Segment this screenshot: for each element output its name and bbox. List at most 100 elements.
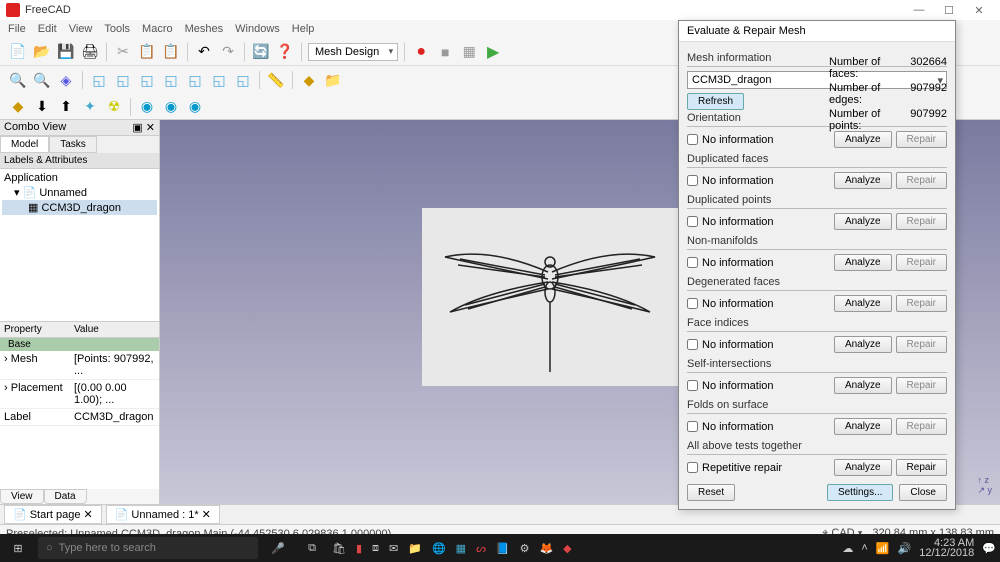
view-iso-icon[interactable]: ◱: [89, 70, 109, 90]
fit-selection-icon[interactable]: 🔍: [32, 70, 52, 90]
view-right-icon[interactable]: ◱: [161, 70, 181, 90]
reset-button[interactable]: Reset: [687, 484, 735, 501]
start-button[interactable]: ⊞: [4, 534, 32, 562]
analyze-button[interactable]: Analyze: [834, 377, 892, 394]
close-icon[interactable]: ✕: [202, 508, 211, 521]
taskbar-clock[interactable]: 4:23 AM12/12/2018: [919, 538, 974, 558]
menu-file[interactable]: File: [8, 23, 26, 35]
close-icon[interactable]: ✕: [83, 508, 92, 521]
taskbar-search[interactable]: ○ Type here to search: [38, 537, 258, 559]
menu-edit[interactable]: Edit: [38, 23, 57, 35]
explorer-icon[interactable]: 📁: [408, 542, 422, 555]
refresh-icon[interactable]: 🔄: [251, 42, 271, 62]
part-icon[interactable]: ◆: [299, 70, 319, 90]
record-macro-icon[interactable]: ●: [411, 42, 431, 62]
refresh-button[interactable]: Refresh: [687, 93, 744, 110]
menu-macro[interactable]: Macro: [142, 23, 173, 35]
app2-icon[interactable]: ▦: [456, 542, 466, 555]
measure-icon[interactable]: 📏: [266, 70, 286, 90]
steam-icon[interactable]: ⚙: [520, 542, 530, 555]
section-checkbox[interactable]: [687, 175, 698, 186]
store-icon[interactable]: 🛍: [332, 542, 346, 555]
cut-mesh-icon[interactable]: ◉: [161, 97, 181, 117]
import-mesh-icon[interactable]: ◆: [8, 97, 28, 117]
repair-button[interactable]: Repair: [896, 377, 947, 394]
repair-all-button[interactable]: Repair: [896, 459, 947, 476]
fit-all-icon[interactable]: 🔍: [8, 70, 28, 90]
app-icon[interactable]: ▮: [356, 542, 362, 555]
paste-icon[interactable]: 📋: [161, 42, 181, 62]
menu-view[interactable]: View: [69, 23, 93, 35]
menu-meshes[interactable]: Meshes: [185, 23, 224, 35]
menu-help[interactable]: Help: [292, 23, 315, 35]
doc-tab-unnamed[interactable]: 📄Unnamed : 1* ✕: [106, 505, 220, 524]
repair-button[interactable]: Repair: [896, 172, 947, 189]
section-checkbox[interactable]: [687, 298, 698, 309]
stop-macro-icon[interactable]: ■: [435, 42, 455, 62]
regular-solid-icon[interactable]: ✦: [80, 97, 100, 117]
section-checkbox[interactable]: [687, 134, 698, 145]
maximize-button[interactable]: ☐: [934, 4, 964, 17]
new-icon[interactable]: 📄: [8, 42, 28, 62]
view-top-icon[interactable]: ◱: [137, 70, 157, 90]
copy-icon[interactable]: 📋: [137, 42, 157, 62]
panel-controls[interactable]: ▣ ✕: [132, 121, 155, 134]
menu-windows[interactable]: Windows: [235, 23, 280, 35]
analyze-button[interactable]: Analyze: [834, 254, 892, 271]
whatsthis-icon[interactable]: ❓: [275, 42, 295, 62]
menu-tools[interactable]: Tools: [104, 23, 130, 35]
view-left-icon[interactable]: ◱: [233, 70, 253, 90]
tray-up-icon[interactable]: ˄: [861, 542, 867, 554]
open-icon[interactable]: 📂: [32, 42, 52, 62]
repair-button[interactable]: Repair: [896, 295, 947, 312]
tray-onedrive-icon[interactable]: ☁: [842, 542, 853, 555]
section-checkbox[interactable]: [687, 339, 698, 350]
minimize-button[interactable]: —: [904, 4, 934, 16]
analyze-button[interactable]: Analyze: [834, 172, 892, 189]
run-macro-icon[interactable]: ▶: [483, 42, 503, 62]
tree-app[interactable]: Application: [2, 171, 157, 185]
dropbox-icon[interactable]: ⧈: [372, 542, 379, 555]
analyze-button[interactable]: Analyze: [834, 131, 892, 148]
repair-button[interactable]: Repair: [896, 131, 947, 148]
notifications-icon[interactable]: 💬: [982, 542, 996, 555]
close-dialog-button[interactable]: Close: [899, 484, 947, 501]
repair-button[interactable]: Repair: [896, 336, 947, 353]
settings-button[interactable]: Settings...: [827, 484, 893, 501]
tree-doc[interactable]: ▾ 📄 Unnamed: [2, 185, 157, 200]
undo-icon[interactable]: ↶: [194, 42, 214, 62]
mail-icon[interactable]: ✉: [389, 542, 398, 555]
app4-icon[interactable]: 📘: [496, 542, 510, 555]
section-checkbox[interactable]: [687, 380, 698, 391]
section-checkbox[interactable]: [687, 421, 698, 432]
section-checkbox[interactable]: [687, 216, 698, 227]
taskview-icon[interactable]: ⧉: [298, 534, 326, 562]
draw-style-icon[interactable]: ◈: [56, 70, 76, 90]
section-checkbox[interactable]: [687, 257, 698, 268]
tree-mesh-object[interactable]: ▦ CCM3D_dragon: [2, 200, 157, 215]
mesh-from-shape-icon[interactable]: ⬆: [56, 97, 76, 117]
harmonize-normals-icon[interactable]: ☢: [104, 97, 124, 117]
trim-mesh-icon[interactable]: ◉: [185, 97, 205, 117]
mic-icon[interactable]: 🎤: [264, 534, 292, 562]
view-front-icon[interactable]: ◱: [113, 70, 133, 90]
freecad-task-icon[interactable]: ◆: [563, 542, 571, 555]
print-icon[interactable]: 🖨: [80, 42, 100, 62]
group-icon[interactable]: 📁: [323, 70, 343, 90]
save-icon[interactable]: 💾: [56, 42, 76, 62]
repetitive-checkbox[interactable]: [687, 462, 698, 473]
edge-icon[interactable]: 🌐: [432, 542, 446, 555]
redo-icon[interactable]: ↷: [218, 42, 238, 62]
export-mesh-icon[interactable]: ⬇: [32, 97, 52, 117]
analyze-button[interactable]: Analyze: [834, 336, 892, 353]
tab-tasks[interactable]: Tasks: [49, 136, 97, 153]
cut-icon[interactable]: ✂: [113, 42, 133, 62]
analyze-button[interactable]: Analyze: [834, 213, 892, 230]
view-bottom-icon[interactable]: ◱: [209, 70, 229, 90]
doc-tab-start[interactable]: 📄Start page ✕: [4, 505, 102, 524]
close-button[interactable]: ✕: [964, 4, 994, 17]
axis-widget[interactable]: [977, 475, 992, 496]
btab-data[interactable]: Data: [44, 489, 87, 504]
btab-view[interactable]: View: [0, 489, 44, 504]
repair-button[interactable]: Repair: [896, 418, 947, 435]
